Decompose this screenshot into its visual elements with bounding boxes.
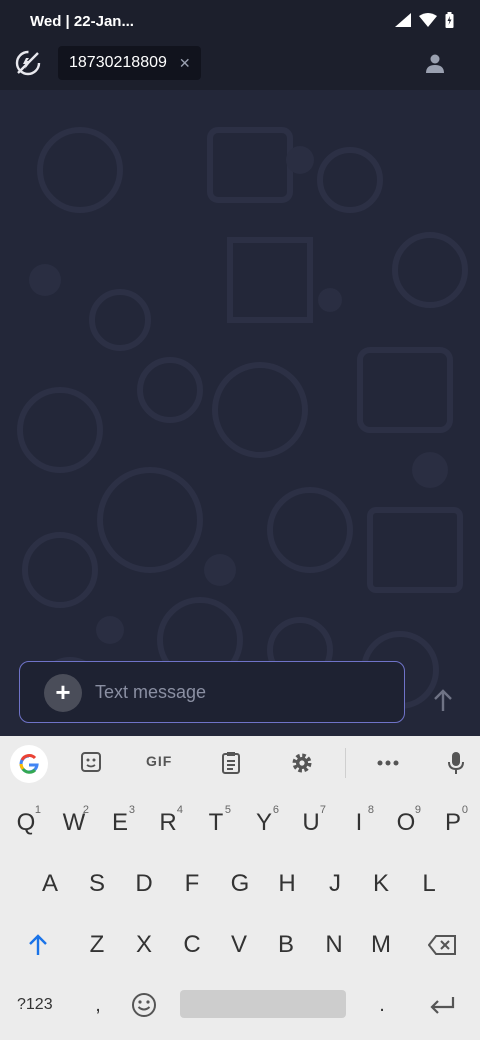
status-bar: Wed | 22-Jan... [0, 0, 480, 42]
toolbar-divider [345, 748, 346, 778]
key-v[interactable]: V [215, 918, 263, 972]
enter-icon [430, 997, 455, 1014]
key-z[interactable]: Z [73, 918, 121, 972]
comma-key[interactable]: , [74, 978, 122, 1032]
message-input[interactable]: Text message [95, 682, 206, 703]
key-o[interactable]: O9 [382, 796, 430, 850]
backspace-key[interactable] [418, 918, 466, 972]
battery-icon [445, 12, 454, 28]
key-a[interactable]: A [26, 857, 74, 911]
key-b[interactable]: B [262, 918, 310, 972]
key-y[interactable]: Y6 [240, 796, 288, 850]
backspace-icon [428, 935, 456, 955]
emoji-icon [132, 993, 156, 1017]
key-k[interactable]: K [357, 857, 405, 911]
chat-area [0, 90, 480, 736]
keyboard-toolbar: GIF [0, 736, 480, 790]
app-logo-icon[interactable] [14, 49, 42, 77]
key-d[interactable]: D [120, 857, 168, 911]
key-w[interactable]: W2 [50, 796, 98, 850]
key-t[interactable]: T5 [192, 796, 240, 850]
recipient-number: 18730218809 [69, 54, 167, 71]
enter-key[interactable] [418, 978, 466, 1032]
key-p[interactable]: P0 [429, 796, 477, 850]
chat-wallpaper [17, 127, 468, 723]
microphone-icon[interactable] [447, 751, 465, 775]
status-time: Wed | 22-Jan... [30, 13, 134, 30]
key-h[interactable]: H [263, 857, 311, 911]
symbols-key[interactable]: ?123 [17, 996, 53, 1014]
key-c[interactable]: C [168, 918, 216, 972]
key-i[interactable]: I8 [335, 796, 383, 850]
close-icon[interactable]: ✕ [179, 55, 191, 72]
status-icons [395, 12, 454, 28]
shift-arrow-icon [29, 934, 47, 955]
gear-icon[interactable] [290, 751, 314, 775]
send-arrow-icon[interactable] [429, 687, 457, 715]
gif-button[interactable]: GIF [146, 753, 172, 769]
signal-icon [395, 13, 411, 27]
key-x[interactable]: X [120, 918, 168, 972]
person-icon[interactable] [424, 53, 446, 75]
keyboard: Q1 W2 E3 R4 T5 Y6 U7 I8 O9 P0 A S D F G … [0, 790, 480, 1040]
key-n[interactable]: N [310, 918, 358, 972]
key-u[interactable]: U7 [287, 796, 335, 850]
sticker-icon[interactable] [80, 751, 102, 773]
key-j[interactable]: J [311, 857, 359, 911]
wifi-icon [419, 13, 437, 27]
key-s[interactable]: S [73, 857, 121, 911]
message-composer[interactable]: + Text message [19, 661, 405, 723]
space-bar[interactable] [180, 990, 346, 1018]
more-options-icon[interactable] [377, 760, 399, 766]
key-e[interactable]: E3 [96, 796, 144, 850]
key-q[interactable]: Q1 [2, 796, 50, 850]
key-g[interactable]: G [216, 857, 264, 911]
key-m[interactable]: M [357, 918, 405, 972]
attach-plus-button[interactable]: + [44, 674, 82, 712]
key-r[interactable]: R4 [144, 796, 192, 850]
google-icon[interactable] [10, 745, 48, 783]
recipient-chip[interactable]: 18730218809 ✕ [58, 46, 201, 80]
clipboard-icon[interactable] [221, 751, 241, 775]
key-f[interactable]: F [168, 857, 216, 911]
key-l[interactable]: L [405, 857, 453, 911]
shift-key[interactable] [14, 918, 62, 972]
emoji-key[interactable] [120, 978, 168, 1032]
period-key[interactable]: . [358, 978, 406, 1032]
app-bar: 18730218809 ✕ [0, 42, 480, 90]
